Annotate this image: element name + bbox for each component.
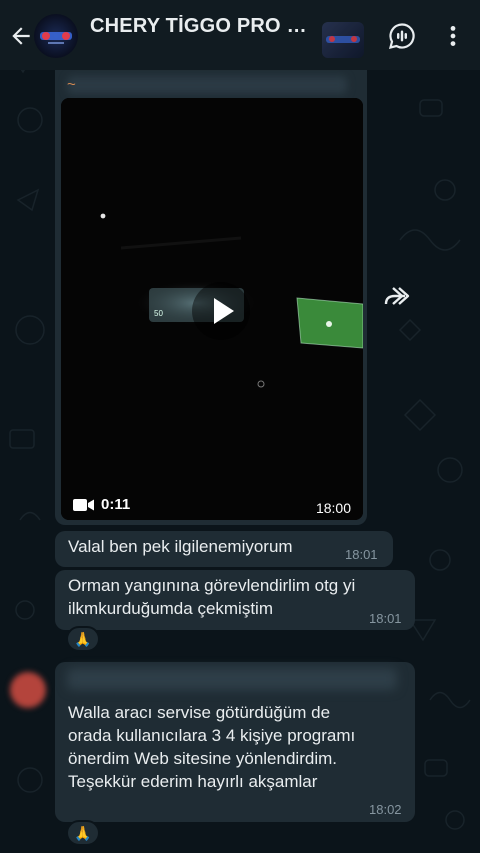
back-arrow-icon[interactable]	[8, 23, 34, 49]
video-thumbnail[interactable]: 50 0:11 18:00	[61, 98, 363, 520]
play-icon	[214, 298, 234, 324]
reaction-emoji: 🙏	[74, 630, 92, 647]
more-options-icon[interactable]	[440, 23, 466, 49]
message-time: 18:01	[345, 547, 378, 562]
sender-name-redacted	[67, 76, 347, 94]
group-avatar[interactable]	[34, 14, 78, 58]
reaction-emoji: 🙏	[74, 824, 92, 841]
chat-header: CHERY TİGGO PRO M...	[0, 0, 480, 70]
play-button[interactable]	[192, 282, 250, 340]
message-text-line: Walla aracı servise götürdüğüm de	[68, 703, 331, 722]
message-text-line: ilkmkurduğumda çekmiştim	[68, 599, 273, 618]
message-time: 18:02	[369, 802, 402, 817]
reaction-badge[interactable]: 🙏	[66, 626, 100, 652]
header-thumbnail	[322, 22, 364, 58]
message-time: 18:01	[369, 611, 402, 626]
reaction-badge[interactable]: 🙏	[66, 820, 100, 846]
message-text-line: orada kullanıcılara 3 4 kişiye programı	[68, 726, 356, 745]
voice-call-icon[interactable]	[388, 22, 416, 50]
message-text-line: Orman yangınına görevlendirlim otg yi	[68, 576, 356, 595]
message-bubble[interactable]: Valal ben pek ilgilenemiyorum 18:01	[55, 531, 393, 567]
chat-screen: CHERY TİGGO PRO M... ~ 50 0:11 18:00 Val…	[0, 0, 480, 853]
video-duration-badge: 0:11	[73, 496, 130, 513]
message-text-line: Teşekkür ederim hayırlı akşamlar	[68, 772, 318, 791]
sender-name-redacted	[67, 668, 397, 690]
svg-text:50: 50	[154, 309, 163, 318]
message-text: Valal ben pek ilgilenemiyorum	[68, 537, 293, 556]
message-bubble[interactable]: Walla aracı servise götürdüğüm de orada …	[55, 662, 415, 822]
video-message[interactable]: ~ 50 0:11 18:00	[55, 70, 367, 525]
sender-prefix: ~	[67, 76, 76, 93]
message-text-line: önerdim Web sitesine yönlendirdim.	[68, 749, 337, 768]
chat-title[interactable]: CHERY TİGGO PRO M...	[90, 15, 315, 38]
video-duration: 0:11	[101, 496, 131, 513]
forward-icon[interactable]	[383, 283, 411, 309]
message-bubble[interactable]: Orman yangınına görevlendirlim otg yi il…	[55, 570, 415, 630]
sender-avatar-redacted[interactable]	[10, 672, 46, 708]
message-time: 18:00	[315, 500, 351, 516]
video-camera-icon	[73, 498, 94, 511]
